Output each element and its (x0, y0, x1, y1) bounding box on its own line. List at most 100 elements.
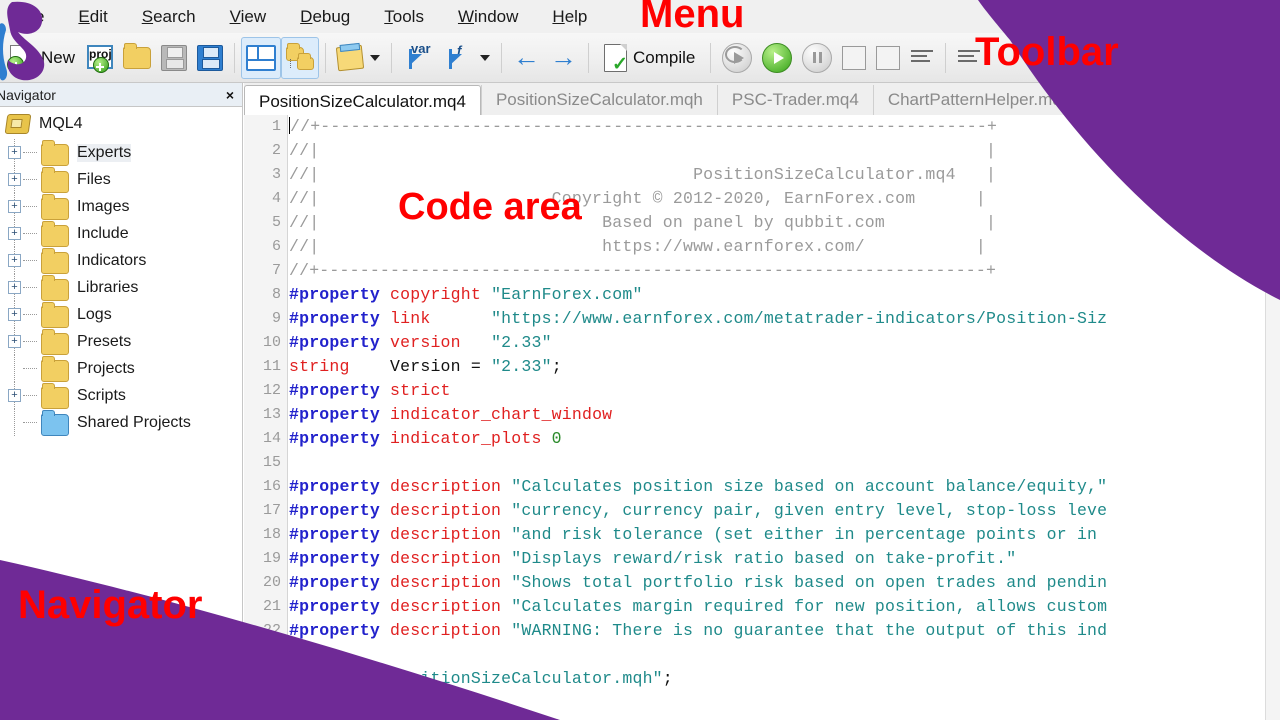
code-line[interactable]: #property description "currency, currenc… (289, 499, 1266, 523)
expand-plus-icon[interactable]: + (8, 200, 21, 213)
expand-plus-icon[interactable]: + (8, 389, 21, 402)
menu-item-file[interactable]: File (0, 0, 61, 33)
tab-psc-trader-mq4[interactable]: PSC-Trader.mq4 (716, 85, 873, 115)
menu-accelerator: F (17, 7, 28, 26)
chevron-down-icon[interactable] (370, 54, 381, 61)
sidebar-item-experts[interactable]: + Experts (0, 139, 242, 166)
mql4-root-icon (4, 114, 32, 134)
save-all-button[interactable] (192, 37, 228, 79)
forward-button[interactable]: → (545, 37, 582, 79)
code-line[interactable]: #property indicator_chart_window (289, 403, 1266, 427)
tab-scroll-left-icon[interactable]: ◂ (1265, 93, 1280, 115)
code-line[interactable] (289, 643, 1266, 667)
folder-icon (41, 301, 69, 328)
sidebar-item-presets[interactable]: + Presets (0, 328, 242, 355)
step-over-icon (876, 45, 901, 70)
folder-icon (41, 166, 69, 193)
code-line[interactable]: //+-------------------------------------… (289, 259, 1266, 283)
code-token-prop: #property (289, 597, 380, 616)
line-number: 20 (262, 574, 281, 591)
insert-variable-button[interactable]: var (398, 37, 438, 79)
tab-positionsizecalculator-mq4[interactable]: PositionSizeCalculator.mq4 (244, 85, 481, 116)
code-line[interactable]: #property description "Calculates positi… (289, 475, 1266, 499)
code-line[interactable]: #property description "Shows total portf… (289, 571, 1266, 595)
menu-item-tools[interactable]: Tools (367, 0, 441, 33)
line-number: 6 (271, 238, 281, 255)
sidebar-item-images[interactable]: + Images (0, 193, 242, 220)
code-line[interactable]: #property description "Calculates margin… (289, 595, 1266, 619)
navigator-root-item[interactable]: MQL4 (0, 112, 242, 139)
expand-plus-icon[interactable]: + (8, 146, 21, 159)
menu-item-window[interactable]: Window (441, 0, 535, 33)
code-line[interactable]: #property description "Displays reward/r… (289, 547, 1266, 571)
pause-button[interactable] (797, 37, 837, 79)
sidebar-item-shared-projects[interactable]: Shared Projects (0, 409, 242, 436)
code-line[interactable]: string Version = "2.33"; (289, 355, 1266, 379)
scrollbar-thumb[interactable] (1267, 133, 1279, 217)
sidebar-item-include[interactable]: + Include (0, 220, 242, 247)
code-line[interactable]: //| | (289, 139, 1266, 163)
sidebar-item-files[interactable]: + Files (0, 166, 242, 193)
toggle-panels-button[interactable] (241, 36, 282, 79)
code-line[interactable]: //| https://www.earnforex.com/ | (289, 235, 1266, 259)
code-line[interactable]: // Default values for settings: (289, 715, 1266, 720)
code-line[interactable]: #property version "2.33" (289, 331, 1266, 355)
close-icon[interactable]: × (222, 87, 238, 103)
menu-item-debug[interactable]: Debug (283, 0, 367, 33)
line-number: 2 (271, 142, 281, 159)
tab-chartpatternhelper-mq4[interactable]: ChartPatternHelper.mq4 (872, 85, 1085, 115)
code-line[interactable]: #property copyright "EarnForex.com" (289, 283, 1266, 307)
toggle-navigator-button[interactable] (281, 36, 320, 79)
code-line[interactable]: #include "PositionSizeCalculator.mqh"; (289, 667, 1266, 691)
save-button[interactable] (156, 37, 192, 79)
menu-item-help[interactable]: Help (535, 0, 604, 33)
expand-plus-icon[interactable]: + (8, 227, 21, 240)
compile-icon: ✓ (604, 43, 628, 74)
line-number: 15 (262, 454, 281, 471)
sidebar-item-scripts[interactable]: + Scripts (0, 382, 242, 409)
menu-accelerator: H (552, 7, 565, 26)
code-line[interactable]: //| PositionSizeCalculator.mq4 | (289, 163, 1266, 187)
line-number: 13 (262, 406, 281, 423)
code-line[interactable]: //+-------------------------------------… (289, 115, 1266, 139)
scroll-up-arrow-icon[interactable]: ▲ (1268, 118, 1274, 129)
code-line[interactable] (289, 691, 1266, 715)
sidebar-item-libraries[interactable]: + Libraries (0, 274, 242, 301)
new-project-button[interactable]: proj (80, 37, 118, 79)
expand-plus-icon[interactable]: + (8, 308, 21, 321)
compile-button[interactable]: ✓ Compile (595, 37, 704, 79)
expand-plus-icon[interactable]: + (8, 254, 21, 267)
restart-button[interactable] (717, 37, 757, 79)
tab-positionsizecalculator-mqh[interactable]: PositionSizeCalculator.mqh (480, 85, 717, 115)
sidebar-item-logs[interactable]: + Logs (0, 301, 242, 328)
vertical-scrollbar[interactable]: ▲ (1265, 115, 1280, 720)
sidebar-item-projects[interactable]: Projects (0, 355, 242, 382)
code-line[interactable]: #property description "WARNING: There is… (289, 619, 1266, 643)
start-button[interactable] (757, 37, 797, 79)
menu-item-view[interactable]: View (213, 0, 284, 33)
chevron-down-icon[interactable] (480, 54, 491, 61)
menu-item-search[interactable]: Search (125, 0, 213, 33)
insert-function-button[interactable]: f (438, 37, 495, 79)
properties-button[interactable] (332, 37, 385, 79)
expand-plus-icon[interactable]: + (8, 281, 21, 294)
expand-plus-icon[interactable]: + (8, 173, 21, 186)
compile-button-label: Compile (633, 47, 696, 67)
code-line[interactable]: #property indicator_plots 0 (289, 427, 1266, 451)
step-into-button[interactable] (837, 37, 871, 79)
code-line[interactable] (289, 451, 1266, 475)
folder-icon (41, 220, 69, 247)
step-out-button[interactable] (905, 37, 939, 79)
open-button[interactable] (118, 37, 156, 79)
menu-item-edit[interactable]: Edit (61, 0, 124, 33)
sidebar-item-indicators[interactable]: + Indicators (0, 247, 242, 274)
code-line[interactable]: #property link "https://www.earnforex.co… (289, 307, 1266, 331)
new-button[interactable]: New (4, 37, 80, 79)
back-button[interactable]: ← (508, 37, 545, 79)
code-line[interactable]: #property description "and risk toleranc… (289, 523, 1266, 547)
expand-plus-icon[interactable]: + (8, 335, 21, 348)
code-line[interactable]: #property strict (289, 379, 1266, 403)
step-over-button[interactable] (871, 37, 905, 79)
